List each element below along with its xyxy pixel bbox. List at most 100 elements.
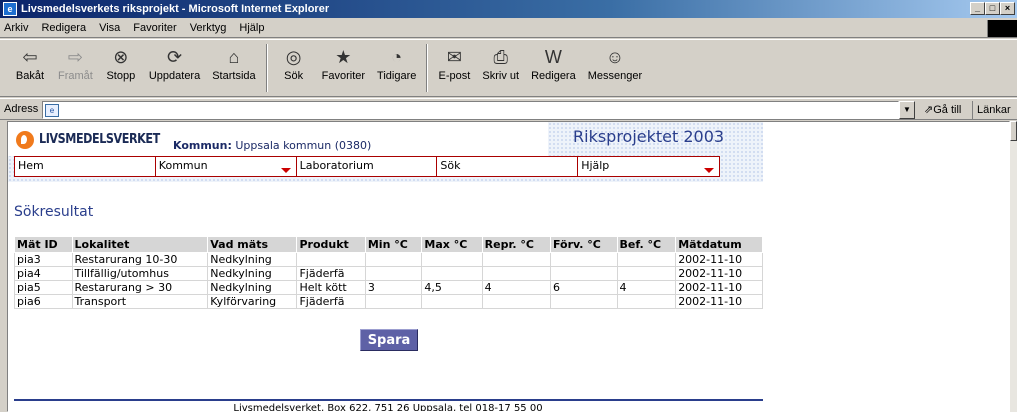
links-button[interactable]: Länkar [972, 101, 1011, 119]
table-cell: Nedkylning [207, 252, 298, 267]
table-cell [616, 252, 677, 267]
print-button[interactable]: ⎙ Skriv ut [476, 44, 525, 82]
column-header: Lokalitet [71, 236, 209, 253]
page-heading: Sökresultat [14, 204, 94, 220]
favorites-button[interactable]: ★ Favoriter [316, 44, 371, 82]
windows-logo-icon [987, 20, 1017, 37]
table-cell: pia3 [14, 252, 73, 267]
table-row: pia4 Tillfällig/utomhus Nedkylning Fjäderfä… [14, 266, 763, 281]
table-cell [364, 252, 423, 267]
site-logo-text[interactable]: LIVSMEDELSVERKET [39, 132, 160, 147]
address-bar: Adress e ▼ ⇗Gå till Länkar [0, 98, 1017, 120]
menu-bar: Arkiv Redigera Visa Favoriter Verktyg Hj… [0, 19, 1017, 38]
toolbar: ⇦ Bakåt ⇨ Framåt ⊗ Stopp ⟳ Uppdatera ⌂ S… [0, 39, 1017, 97]
table-cell [421, 294, 483, 309]
vertical-scrollbar[interactable] [1010, 121, 1017, 412]
stop-icon: ⊗ [113, 47, 129, 67]
messenger-icon: ☺ [605, 47, 625, 67]
table-cell [549, 252, 618, 267]
menu-favoriter[interactable]: Favoriter [133, 22, 176, 34]
kommun-value: Uppsala kommun (0380) [235, 139, 372, 152]
history-icon: ◔ [391, 47, 403, 67]
table-row: pia6 Transport Kylförvaring Fjäderfä 2002-11… [14, 294, 763, 309]
nav-item-sok[interactable]: Sök [437, 157, 579, 176]
column-header: Repr. °C [481, 236, 551, 253]
nav-item-hjalp[interactable]: Hjälp [578, 157, 719, 176]
maximize-button[interactable]: □ [985, 2, 1000, 15]
table-cell [549, 294, 618, 309]
toolbar-separator [426, 44, 429, 92]
livsmedelsverket-logo-icon [16, 131, 34, 149]
refresh-button[interactable]: ⟳ Uppdatera [143, 44, 206, 82]
table-cell [616, 266, 677, 281]
save-button[interactable]: Spara [360, 329, 418, 351]
web-page: LIVSMEDELSVERKET Kommun: Uppsala kommun … [8, 122, 768, 411]
table-cell [364, 266, 423, 281]
edit-button[interactable]: W Redigera [525, 44, 582, 82]
nav-item-kommun[interactable]: Kommun [156, 157, 297, 176]
home-icon: ⌂ [228, 47, 240, 67]
column-header: Min °C [364, 236, 423, 253]
window-title: Livsmedelsverkets riksprojekt - Microsof… [21, 3, 330, 15]
table-cell [421, 266, 483, 281]
column-header: Vad mäts [207, 236, 298, 253]
minimize-button[interactable]: _ [970, 2, 985, 15]
table-cell: 2002-11-10 [675, 294, 763, 309]
nav-item-hem[interactable]: Hem [15, 157, 156, 176]
scrollbar-thumb[interactable] [1010, 121, 1017, 141]
stop-button[interactable]: ⊗ Stopp [99, 44, 143, 82]
table-cell: Restarurang > 30 [71, 280, 209, 295]
table-cell [364, 294, 423, 309]
menu-hjalp[interactable]: Hjälp [239, 22, 264, 34]
forward-button[interactable]: ⇨ Framåt [52, 44, 99, 82]
ie-icon: e [3, 2, 17, 16]
results-table: Mät ID Lokalitet Vad mäts Produkt Min °C Max … [14, 236, 763, 309]
table-cell: Restarurang 10-30 [71, 252, 209, 267]
address-input[interactable]: e [42, 101, 899, 119]
column-header: Mät ID [14, 236, 73, 253]
toolbar-separator [265, 44, 268, 92]
back-arrow-icon: ⇦ [22, 47, 38, 67]
table-cell [481, 294, 551, 309]
menu-arkiv[interactable]: Arkiv [4, 22, 28, 34]
table-cell [296, 252, 366, 267]
browser-viewport: LIVSMEDELSVERKET Kommun: Uppsala kommun … [7, 121, 1010, 412]
nav-item-laboratorium[interactable]: Laboratorium [297, 157, 438, 176]
kommun-info: Kommun: Uppsala kommun (0380) [173, 139, 372, 152]
table-cell: Nedkylning [207, 266, 298, 281]
column-header: Max °C [421, 236, 483, 253]
table-cell [549, 266, 618, 281]
column-header: Produkt [296, 236, 366, 253]
site-nav: Hem Kommun Laboratorium Sök Hjälp [14, 156, 720, 177]
word-icon: W [544, 47, 562, 67]
refresh-icon: ⟳ [166, 47, 183, 67]
footer-divider [14, 399, 763, 401]
menu-visa[interactable]: Visa [99, 22, 120, 34]
column-header: Bef. °C [616, 236, 677, 253]
menu-verktyg[interactable]: Verktyg [190, 22, 227, 34]
home-button[interactable]: ⌂ Startsida [206, 44, 261, 82]
table-cell: Kylförvaring [207, 294, 298, 309]
column-header: Förv. °C [549, 236, 618, 253]
search-icon: ◎ [285, 47, 302, 67]
table-cell: 2002-11-10 [675, 252, 763, 267]
table-cell: 4,5 [421, 280, 483, 295]
table-cell: Fjäderfä [296, 266, 366, 281]
table-cell: Tillfällig/utomhus [71, 266, 209, 281]
back-button[interactable]: ⇦ Bakåt [8, 44, 52, 82]
mail-icon: ✉ [446, 47, 462, 67]
address-dropdown-icon[interactable]: ▼ [899, 101, 915, 119]
table-cell: Transport [71, 294, 209, 309]
window-titlebar: e Livsmedelsverkets riksprojekt - Micros… [0, 0, 1017, 18]
table-cell: 3 [364, 280, 423, 295]
search-button[interactable]: ◎ Sök [272, 44, 316, 82]
history-button[interactable]: ◔ Tidigare [371, 44, 422, 82]
table-cell: 6 [549, 280, 618, 295]
menu-redigera[interactable]: Redigera [41, 22, 86, 34]
table-row: pia5 Restarurang > 30 Nedkylning Helt kött 3… [14, 280, 763, 295]
close-button[interactable]: × [1000, 2, 1015, 15]
mail-button[interactable]: ✉ E-post [432, 44, 476, 82]
goto-button[interactable]: ⇗Gå till [924, 103, 961, 116]
project-title: Riksprojektet 2003 [573, 127, 725, 146]
messenger-button[interactable]: ☺ Messenger [582, 44, 648, 82]
